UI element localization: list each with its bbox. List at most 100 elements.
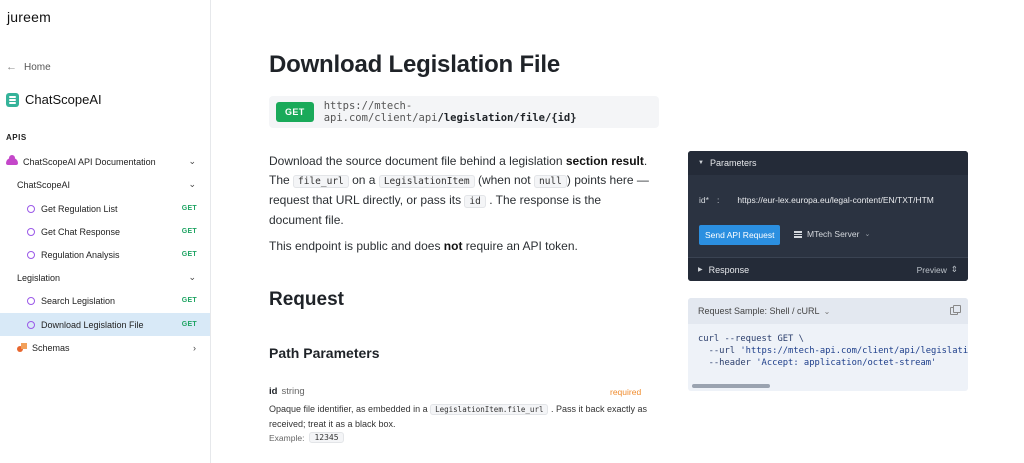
sidebar-item-label: Regulation Analysis — [41, 249, 120, 260]
auth-note: This endpoint is public and does not req… — [269, 239, 578, 253]
desc-text: require an API token. — [462, 239, 578, 253]
param-separator: : — [716, 195, 720, 205]
param-name-text: id — [269, 386, 278, 397]
main-content: Download Legislation File GET https://mt… — [211, 0, 1024, 463]
desc-text: Opaque file identifier, as embedded in a — [269, 404, 431, 414]
horizontal-scrollbar[interactable] — [692, 384, 770, 388]
code-line: --header — [698, 358, 757, 368]
cloud-icon — [6, 155, 18, 165]
endpoint-icon — [27, 227, 35, 236]
method-badge: GET — [181, 251, 197, 258]
code-line: --url — [698, 346, 741, 356]
request-heading: Request — [269, 289, 344, 310]
sidebar-item-schemas[interactable]: Schemas › — [0, 336, 210, 359]
sidebar-item-download-legislation-file[interactable]: Download Legislation File GET — [0, 313, 210, 336]
preview-label: Preview — [916, 264, 947, 275]
page-title: Download Legislation File — [269, 51, 561, 78]
home-label: Home — [24, 61, 51, 73]
sidebar: jureem ← Home ChatScopeAI APIS ChatScope… — [0, 0, 211, 463]
sidebar-item-label: Get Chat Response — [41, 226, 121, 237]
chevron-down-icon: ⌄ — [188, 156, 196, 166]
server-select[interactable]: MTech Server ⌄ — [794, 229, 870, 239]
desc-bold: not — [443, 239, 463, 253]
param-id-input[interactable]: https://eur-lex.europa.eu/legal-content/… — [737, 195, 957, 205]
sidebar-item-label: ChatScopeAI API Documentation — [23, 156, 156, 167]
endpoint-icon — [27, 204, 35, 213]
endpoint-description: Download the source document file behind… — [269, 152, 649, 230]
desc-bold: section result — [565, 154, 644, 168]
request-sample-panel: Request Sample: Shell / cURL ⌄ curl --re… — [688, 298, 968, 391]
chevron-down-icon: ⌄ — [864, 231, 871, 238]
chevron-right-icon: › — [193, 342, 196, 353]
response-label: Response — [708, 264, 750, 275]
inline-code: id — [464, 195, 486, 208]
copy-icon[interactable] — [950, 305, 961, 315]
param-id-description: Opaque file identifier, as embedded in a… — [269, 402, 649, 432]
code-line: curl --request GET \ — [698, 334, 804, 344]
required-badge: required — [610, 387, 642, 397]
send-api-request-button[interactable]: Send API Request — [699, 225, 781, 245]
request-sample-code: curl --request GET \ --url 'https://mtec… — [688, 324, 968, 378]
desc-text: on a — [348, 173, 379, 187]
param-input-label: id* — [699, 195, 709, 205]
server-label: MTech Server — [807, 229, 860, 239]
sidebar-item-label: Get Regulation List — [41, 203, 118, 214]
endpoint-icon — [27, 296, 35, 305]
sidebar-group-legislation[interactable]: Legislation ⌄ — [0, 266, 210, 289]
sidebar-item-label: Search Legislation — [41, 295, 116, 306]
chevron-down-icon: ⌄ — [823, 306, 831, 316]
example-label: Example: — [269, 432, 305, 443]
desc-text: This endpoint is public and does — [269, 239, 444, 253]
endpoint-icon — [27, 250, 35, 259]
inline-code: file_url — [293, 175, 349, 188]
sort-icon: ⇕ — [950, 264, 958, 274]
sidebar-item-label: Download Legislation File — [41, 319, 144, 330]
method-badge: GET — [276, 102, 314, 122]
caret-right-icon: ▶ — [698, 267, 703, 273]
code-string: 'https://mtech-api.com/client/api/legisl… — [740, 346, 968, 356]
chevron-down-icon: ⌄ — [188, 272, 196, 282]
endpoint-icon — [27, 320, 35, 329]
home-link[interactable]: ← Home — [6, 61, 51, 73]
inline-code: null — [533, 175, 567, 188]
url-path: /legislation/file/{id} — [437, 112, 577, 124]
path-parameters-heading: Path Parameters — [269, 345, 380, 361]
sidebar-group-label: Legislation — [17, 272, 61, 283]
response-toggle[interactable]: ▶ Response Preview ⇕ — [688, 257, 968, 281]
request-sample-title: Request Sample: Shell / cURL — [698, 306, 820, 316]
sidebar-group-label: ChatScopeAI — [17, 179, 71, 190]
inline-code: LegislationItem — [378, 175, 475, 188]
method-badge: GET — [181, 228, 197, 235]
sidebar-item-search-legislation[interactable]: Search Legislation GET — [0, 289, 210, 312]
try-it-panel: ▼ Parameters id* : https://eur-lex.europ… — [688, 151, 968, 281]
shapes-icon — [17, 342, 27, 353]
request-sample-header[interactable]: Request Sample: Shell / cURL ⌄ — [688, 298, 968, 324]
method-badge: GET — [181, 297, 197, 304]
project-title[interactable]: ChatScopeAI — [6, 92, 102, 107]
sidebar-group-chatscopeai[interactable]: ChatScopeAI ⌄ — [0, 173, 210, 196]
endpoint-bar: GET https://mtech-api.com/client/api/leg… — [269, 96, 659, 128]
method-badge: GET — [181, 205, 197, 212]
param-example: Example: 12345 — [269, 432, 344, 443]
sidebar-item-get-regulation-list[interactable]: Get Regulation List GET — [0, 197, 210, 220]
method-badge: GET — [181, 321, 197, 328]
param-id-name: id string — [269, 386, 305, 397]
project-icon — [6, 92, 19, 107]
brand-logo[interactable]: jureem — [7, 9, 51, 25]
inline-code: LegislationItem.file_url — [430, 404, 549, 415]
param-id-input-row: id* : https://eur-lex.europa.eu/legal-co… — [699, 195, 957, 205]
endpoint-url[interactable]: https://mtech-api.com/client/api/legisla… — [324, 100, 659, 124]
parameters-label: Parameters — [709, 158, 757, 168]
server-icon — [794, 230, 802, 238]
sidebar-item-label: Schemas — [32, 342, 70, 353]
arrow-left-icon: ← — [6, 61, 17, 73]
sidebar-item-get-chat-response[interactable]: Get Chat Response GET — [0, 220, 210, 243]
chevron-down-icon: ⌄ — [188, 179, 196, 189]
sidebar-item-api-documentation[interactable]: ChatScopeAI API Documentation ⌄ — [0, 150, 210, 173]
parameters-toggle[interactable]: ▼ Parameters — [688, 151, 968, 175]
sidebar-item-regulation-analysis[interactable]: Regulation Analysis GET — [0, 243, 210, 266]
param-type: string — [281, 386, 305, 397]
apis-section-label: APIS — [6, 133, 27, 142]
preview-select[interactable]: Preview ⇕ — [917, 264, 958, 275]
code-string: 'Accept: application/octet-stream' — [756, 358, 937, 368]
